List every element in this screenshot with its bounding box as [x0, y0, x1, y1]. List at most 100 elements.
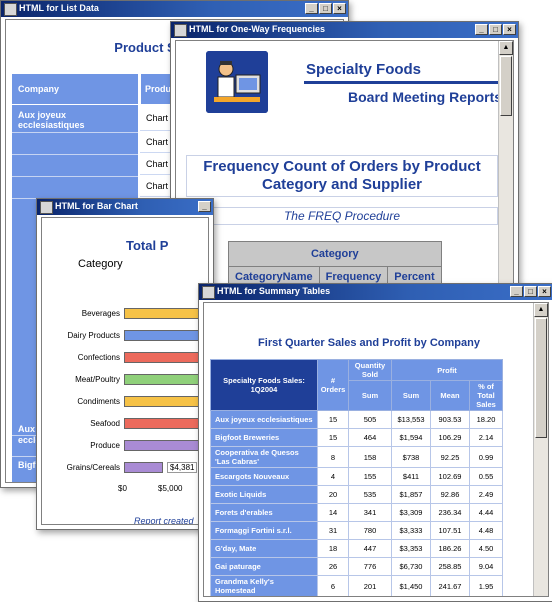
- bar: [124, 352, 208, 363]
- chart-title: Total P: [126, 238, 169, 253]
- table-row: Bigfoot Breweries 15 464 $1,594 106.29 2.14: [210, 428, 503, 447]
- row-divider: [12, 132, 138, 133]
- cell-pct: 4.44: [469, 503, 503, 522]
- table-row: Escargots Nouveaux 4 155 $411 102.69 0.55: [210, 467, 503, 486]
- cell-orders: 8: [317, 446, 349, 468]
- chart-y-axis-label: Category: [78, 258, 123, 270]
- window-app-icon: [174, 24, 187, 37]
- table-header-profit: Profit: [391, 359, 503, 381]
- cell-sum: $6,730: [391, 557, 431, 576]
- cell-qty: 464: [348, 428, 392, 447]
- cell-pct: 1.95: [469, 575, 503, 596]
- maximize-button[interactable]: □: [524, 286, 537, 297]
- cell-pct: 9.04: [469, 557, 503, 576]
- cell-pct: 0.55: [469, 467, 503, 486]
- banner-line-1: Specialty Foods: [306, 61, 422, 78]
- row-divider: [12, 154, 138, 155]
- cell-qty: 341: [348, 503, 392, 522]
- summary-window-content: First Quarter Sales and Profit by Compan…: [203, 302, 549, 597]
- table-header-mean: Mean: [430, 380, 470, 411]
- table-row: Aux joyeux ecclesiastiques 15 505 $13,553 90…: [210, 410, 503, 429]
- bar-value-label: $4,381: [167, 462, 198, 473]
- close-button[interactable]: ×: [503, 24, 516, 35]
- cell-orders: 6: [317, 575, 349, 596]
- cell-company: Gai paturage: [210, 557, 318, 576]
- cell-pct: 0.99: [469, 446, 503, 468]
- list-window-titlebar[interactable]: HTML for List Data _ □ ×: [1, 1, 348, 17]
- scroll-thumb[interactable]: [500, 56, 512, 116]
- cell-mean: 92.86: [430, 485, 470, 504]
- cell-qty: 776: [348, 557, 392, 576]
- minimize-button[interactable]: _: [198, 201, 211, 212]
- cell-orders: 15: [317, 428, 349, 447]
- cell-orders: 31: [317, 521, 349, 540]
- cell-orders: 26: [317, 557, 349, 576]
- cell-pct: 2.14: [469, 428, 503, 447]
- cell-qty: 201: [348, 575, 392, 596]
- table-header-profit-sum: Sum: [391, 380, 431, 411]
- bar: [124, 440, 208, 451]
- table-header-orders: # Orders: [317, 359, 349, 411]
- table-row: Grandma Kelly's Homestead 6 201 $1,450 241.6…: [210, 575, 503, 596]
- maximize-button[interactable]: □: [319, 3, 332, 14]
- cell-mean: 107.51: [430, 521, 470, 540]
- frequency-table: Category CategoryName Frequency Percent: [228, 241, 442, 288]
- bar: [124, 374, 208, 385]
- cell-company: Formaggi Fortini s.r.l.: [210, 521, 318, 540]
- bar: [124, 330, 208, 341]
- close-button[interactable]: ×: [333, 3, 346, 14]
- report-banner: Specialty Foods Board Meeting Reports: [196, 49, 513, 113]
- x-tick-label: $5,000: [158, 484, 183, 493]
- cell-mean: 92.25: [430, 446, 470, 468]
- list-window-title: HTML for List Data: [19, 3, 99, 13]
- cell-orders: 20: [317, 485, 349, 504]
- minimize-button[interactable]: _: [305, 3, 318, 14]
- frequencies-window[interactable]: HTML for One-Way Frequencies _ □ × Speci…: [170, 21, 519, 323]
- bar: [124, 462, 163, 473]
- bar-chart-content: Total P Category Beverages Dairy Products…: [41, 217, 209, 525]
- freq-window-titlebar[interactable]: HTML for One-Way Frequencies _ □ ×: [171, 22, 518, 38]
- cell-sum: $1,857: [391, 485, 431, 504]
- window-app-icon: [202, 286, 215, 299]
- company-cell: Bigf: [18, 460, 36, 470]
- scroll-up-button[interactable]: ▲: [534, 303, 548, 317]
- minimize-button[interactable]: _: [510, 286, 523, 297]
- window-app-icon: [4, 3, 17, 16]
- row-divider: [12, 176, 138, 177]
- cell-sum: $3,309: [391, 503, 431, 522]
- window-app-icon: [40, 201, 53, 214]
- summary-report-title: First Quarter Sales and Profit by Compan…: [258, 337, 480, 349]
- cell-sum: $1,594: [391, 428, 431, 447]
- procedure-title: The FREQ Procedure: [186, 207, 498, 225]
- report-title: Frequency Count of Orders by Product Cat…: [186, 155, 498, 197]
- specialty-foods-logo: [206, 51, 268, 113]
- banner-rule: [304, 81, 513, 84]
- bar-window-titlebar[interactable]: HTML for Bar Chart _: [37, 199, 213, 215]
- category-label: Meat/Poultry: [75, 375, 120, 384]
- cell-mean: 241.67: [430, 575, 470, 596]
- vertical-scrollbar[interactable]: ▲: [498, 41, 513, 317]
- table-header-qty-sum: Sum: [348, 380, 392, 411]
- bar: [124, 396, 208, 407]
- cell-orders: 15: [317, 410, 349, 429]
- x-tick-label: $0: [118, 484, 127, 493]
- banner-line-2: Board Meeting Reports: [348, 89, 503, 105]
- cell-qty: 505: [348, 410, 392, 429]
- summary-window-titlebar[interactable]: HTML for Summary Tables _ □ ×: [199, 284, 552, 300]
- scroll-up-button[interactable]: ▲: [499, 41, 513, 55]
- minimize-button[interactable]: _: [475, 24, 488, 35]
- cell-mean: 186.26: [430, 539, 470, 558]
- category-label: Condiments: [77, 397, 120, 406]
- company-cell: Aux joyeux ecclesiastiques: [18, 110, 85, 130]
- category-label: Beverages: [81, 309, 120, 318]
- summary-tables-window[interactable]: HTML for Summary Tables _ □ × First Quar…: [198, 283, 552, 602]
- bar: [124, 418, 208, 429]
- summary-window-title: HTML for Summary Tables: [217, 286, 331, 296]
- cell-company: G'day, Mate: [210, 539, 318, 558]
- company-cell: Aux: [18, 424, 36, 434]
- maximize-button[interactable]: □: [489, 24, 502, 35]
- vertical-scrollbar[interactable]: ▲: [533, 303, 548, 596]
- close-button[interactable]: ×: [538, 286, 551, 297]
- bar-chart-window[interactable]: HTML for Bar Chart _ Total P Category Be…: [36, 198, 214, 530]
- scroll-thumb[interactable]: [535, 318, 547, 438]
